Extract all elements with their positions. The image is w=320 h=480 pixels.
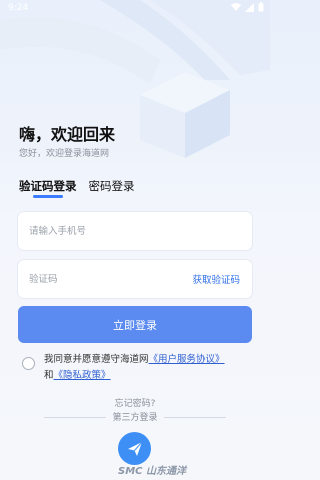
code-input[interactable] (18, 260, 179, 298)
phone-field (18, 212, 252, 250)
agreement-and: 和 (44, 370, 54, 381)
phone-input[interactable] (18, 212, 179, 250)
status-bar: 9:24 (0, 0, 270, 16)
third-party-label: 第三方登录 (112, 413, 158, 423)
wifi-icon (231, 2, 241, 11)
login-tabs: 验证码登录 密码登录 (19, 178, 135, 198)
service-agreement-link[interactable]: 《用户服务协议》 (149, 354, 225, 365)
privacy-policy-link[interactable]: 《隐私政策》 (54, 370, 111, 381)
divider-right (163, 417, 226, 418)
get-code-button[interactable]: 获取验证码 (192, 272, 240, 286)
paper-plane-icon (127, 441, 142, 456)
signal-icon (245, 2, 254, 12)
active-tab-indicator (33, 195, 63, 198)
agreement-text: 我同意并愿意遵守海道网《用户服务协议》 和《隐私政策》 (44, 352, 266, 384)
agreement-checkbox[interactable] (22, 357, 35, 370)
login-button[interactable]: 立即登录 (18, 306, 252, 343)
code-field: 获取验证码 (18, 260, 252, 298)
tab-sms-login[interactable]: 验证码登录 (19, 178, 77, 198)
tab-password-login-label: 密码登录 (88, 179, 135, 193)
third-party-section: 第三方登录 (0, 410, 270, 423)
page-subtitle: 您好，欢迎登录海道网 (19, 149, 110, 159)
battery-icon (258, 2, 264, 12)
header-decoration (0, 0, 270, 200)
tab-sms-login-label: 验证码登录 (19, 179, 77, 193)
page-title: 嗨，欢迎回来 (19, 125, 116, 144)
watermark: SMC 山东通洋 (118, 466, 186, 477)
agreement-prefix: 我同意并愿意遵守海道网 (44, 354, 149, 365)
status-icons (231, 2, 264, 12)
forgot-password-link[interactable]: 忘记密码? (0, 396, 270, 409)
status-time: 9:24 (8, 3, 29, 13)
third-party-login-button[interactable] (118, 432, 151, 465)
tab-password-login[interactable]: 密码登录 (89, 178, 135, 194)
divider-left (44, 417, 107, 418)
